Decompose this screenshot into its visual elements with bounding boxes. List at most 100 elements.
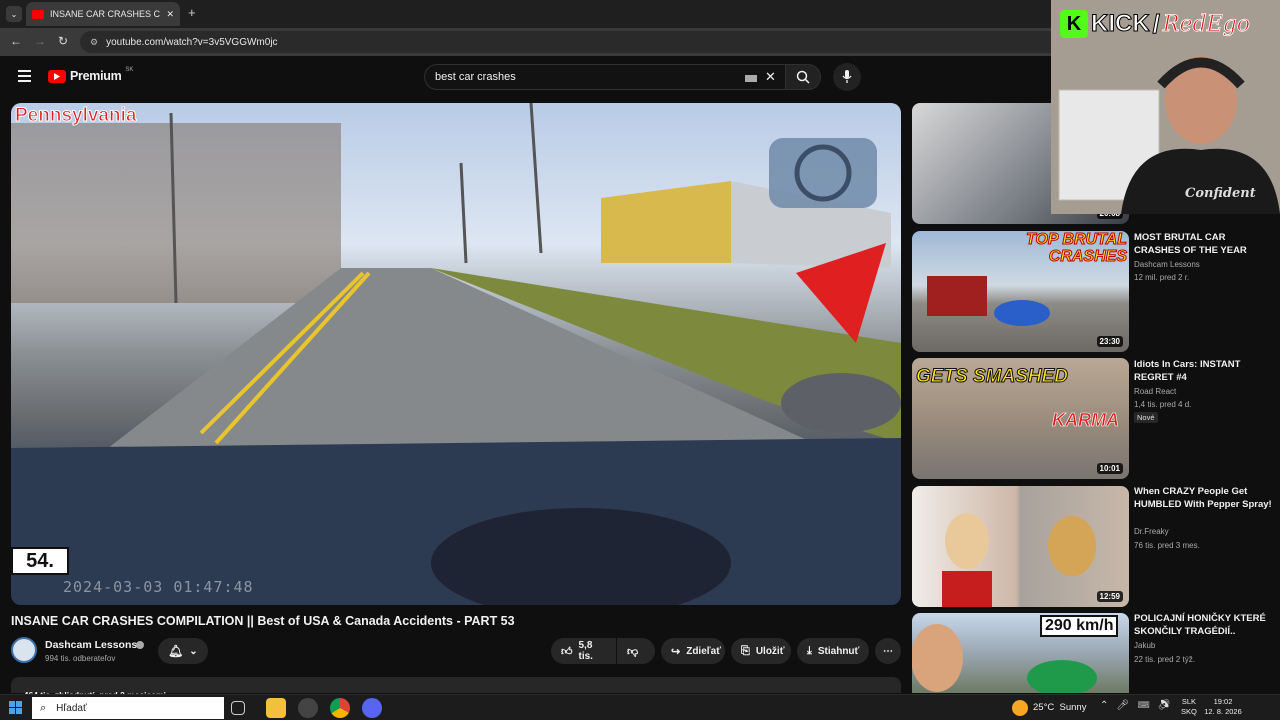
channel-avatar[interactable] [11,637,37,663]
url-text: youtube.com/watch?v=3v5VGGWm0jc [106,36,278,48]
logo-region: SK [125,67,134,73]
recommended-video-channel[interactable]: Jakub [1134,639,1274,652]
clip-number-badge: 54. [11,547,69,575]
clock[interactable]: 19:02 12. 8. 2026 [1203,697,1243,717]
taskbar-search-input[interactable]: ⌕ Hľadať [32,697,224,719]
recommended-video-thumbnail[interactable]: TOP BRUTAL CRASHES 23:30 [912,231,1129,352]
video-title: INSANE CAR CRASHES COMPILATION || Best o… [11,614,515,628]
youtube-favicon-icon [32,9,44,19]
browser-tab-active[interactable]: INSANE CAR CRASHES COMPILATION ✕ [26,2,180,26]
search-icon [796,70,810,84]
video-description-box[interactable]: 464 tis. zhliadnutí pred 2 mesiacmi [11,677,901,700]
tab-title: INSANE CAR CRASHES COMPILATION [50,9,161,19]
thumbs-down-icon: 👎︎ [627,645,639,658]
like-count: 5,8 tis. [578,640,593,662]
clock-time: 19:02 [1213,697,1233,706]
clock-date: 12. 8. 2026 [1204,707,1242,716]
recommended-video-meta: 1,4 tis. pred 4 d. [1134,400,1192,409]
like-button[interactable]: 👍︎ 5,8 tis. [551,638,616,664]
streamer-name: RedEgo [1162,11,1251,37]
keyboard-layout-code: SKQ [1181,707,1197,716]
taskbar-search-placeholder: Hľadať [56,702,87,714]
menu-hamburger-icon[interactable] [18,70,31,82]
search-button[interactable] [785,64,821,90]
recommended-video-thumbnail[interactable]: 12:59 [912,486,1129,607]
share-label: Zdieľať [686,645,721,657]
video-duration: 12:59 [1096,591,1123,602]
windows-taskbar: ⌕ Hľadať 25°C Sunny ⌃🎤︎⌨︎🔊︎ SLK SKQ 19:0… [0,694,1280,720]
dashcam-frame-image [11,103,901,605]
download-label: Stiahnuť [817,645,860,657]
recommended-video-meta: 22 tis. pred 2 týž. [1134,655,1195,664]
thumbnail-caption: TOP BRUTAL CRASHES [1025,231,1127,266]
recommended-video-thumbnail[interactable]: 290 km/h [912,613,1129,693]
discord-icon[interactable] [362,698,382,718]
dislike-button[interactable]: 👎︎ [617,638,655,664]
tab-search-chevron-icon[interactable]: ⌄ [6,6,22,22]
url-field[interactable]: ⚙ youtube.com/watch?v=3v5VGGWm0jc [80,31,1080,53]
task-view-icon[interactable] [231,701,245,715]
weather-text[interactable]: 25°C Sunny [1033,702,1086,713]
search-query: best car crashes [435,71,516,83]
download-icon: ⤓ [807,644,812,657]
video-player[interactable]: Pennsylvania 54. 2024-03-03 01:47:48 [11,103,901,605]
video-duration: 23:30 [1096,336,1123,347]
thumbnail-people-image [942,513,1096,607]
bell-icon: 🔔︎ [168,644,184,658]
chrome-icon[interactable] [330,698,350,718]
recommended-video-channel[interactable]: Dashcam Lessons [1134,258,1274,271]
more-horizontal-icon: ⋯ [883,645,893,657]
recommended-video-title[interactable]: When CRAZY People Get HUMBLED With Peppe… [1134,485,1274,511]
share-button[interactable]: ↪ Zdieľať [661,638,725,664]
new-tab-button[interactable]: + [188,5,196,20]
save-label: Uložiť [755,645,785,657]
input-language-indicator[interactable]: SLK SKQ [1181,697,1197,717]
keyboard-icon[interactable] [745,75,757,82]
thumbnail-caption-secondary: KARMA [1052,410,1120,431]
share-icon: ↪ [671,645,681,658]
overlay-location-label: Pennsylvania [14,105,137,127]
dashcam-timestamp: 2024-03-03 01:47:48 [63,578,254,596]
app-taskbar-icon[interactable] [298,698,318,718]
bookmark-icon: ⎘ [741,644,750,657]
recommended-video-meta: 76 tis. pred 3 mes. [1134,541,1200,550]
notification-bell-button[interactable]: 🔔︎ ⌄ [158,638,208,664]
recommended-video-channel[interactable]: Dr.Freaky [1134,525,1274,538]
site-info-icon[interactable]: ⚙ [90,37,98,48]
close-tab-icon[interactable]: ✕ [166,9,174,20]
brand-slash: / [1152,8,1160,39]
verified-badge-icon [136,641,144,649]
file-explorer-icon[interactable] [266,698,286,718]
more-actions-button[interactable]: ⋯ [875,638,901,664]
back-arrow-icon[interactable]: ← [10,34,22,48]
recommended-video-title[interactable]: Idiots In Cars: INSTANT REGRET #4 [1134,358,1274,384]
forward-arrow-icon[interactable]: → [34,34,46,48]
save-button[interactable]: ⎘ Uložiť [731,638,791,664]
recommended-video-thumbnail[interactable]: GETS SMASHED KARMA 10:01 [912,358,1129,479]
kick-logo-icon: K [1060,10,1088,38]
channel-name[interactable]: Dashcam Lessons [45,639,137,651]
thumbnail-speed-caption: 290 km/h [1040,615,1119,637]
clear-search-icon[interactable]: ✕ [765,69,776,85]
search-input[interactable]: best car crashes ✕ [424,64,790,90]
download-button[interactable]: ⤓ Stiahnuť [797,638,869,664]
language-code: SLK [1181,697,1197,706]
voice-search-button[interactable] [833,63,861,91]
kick-brand-text: KICK [1091,10,1151,38]
thumbs-up-icon: 👍︎ [561,645,573,658]
reload-icon[interactable]: ↻ [58,34,68,48]
recommended-video-channel[interactable]: Road React [1134,385,1274,398]
weather-sun-icon [1012,700,1028,716]
youtube-logo[interactable]: Premium SK [48,67,134,83]
windows-start-icon[interactable] [9,701,22,714]
system-tray-icons[interactable]: ⌃🎤︎⌨︎🔊︎ [1100,700,1178,711]
thumbnail-caption: GETS SMASHED [915,366,1069,388]
chevron-down-icon: ⌄ [189,645,198,657]
stream-branding: K KICK / RedEgo [1060,8,1276,40]
recommended-video-title[interactable]: POLICAJNÍ HONIČKY KTERÉ SKONČILY TRAGÉDI… [1134,612,1274,638]
recommended-video-meta: 12 mil. pred 2 r. [1134,273,1190,282]
recommended-video-title[interactable]: MOST BRUTAL CAR CRASHES OF THE YEAR [1134,231,1274,257]
logo-premium-text: Premium [70,69,122,83]
search-icon: ⌕ [40,701,47,714]
microphone-icon [842,70,852,83]
